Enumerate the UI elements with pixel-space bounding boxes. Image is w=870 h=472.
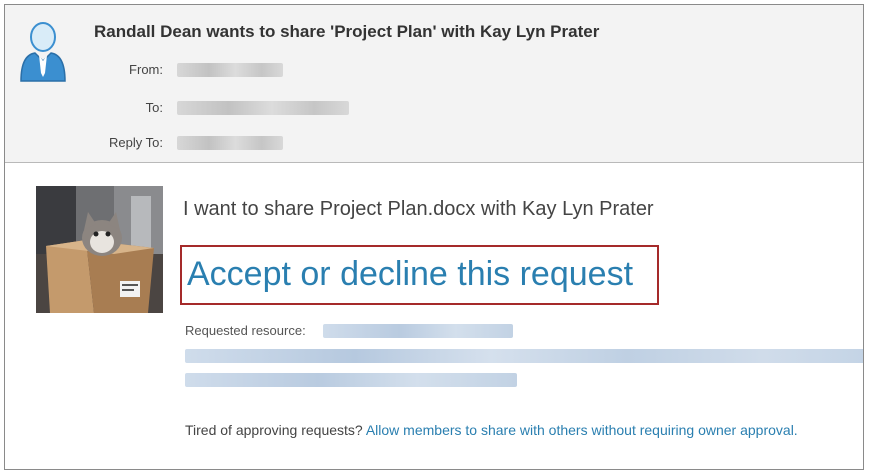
to-row: To:	[93, 100, 163, 118]
email-window: Randall Dean wants to share 'Project Pla…	[4, 4, 864, 470]
from-value-redacted	[177, 63, 283, 77]
reply-to-row: Reply To:	[93, 135, 163, 153]
email-header: Randall Dean wants to share 'Project Pla…	[5, 5, 863, 163]
accept-highlight-box: Accept or decline this request	[180, 245, 659, 305]
email-subject: Randall Dean wants to share 'Project Pla…	[94, 22, 600, 41]
email-body: I want to share Project Plan.docx with K…	[5, 163, 863, 469]
requested-resource-label: Requested resource:	[185, 323, 306, 338]
allow-members-share-link[interactable]: Allow members to share with others witho…	[366, 422, 798, 438]
reply-to-value-redacted	[177, 136, 283, 150]
tired-of-approving-notice: Tired of approving requests? Allow membe…	[185, 419, 863, 441]
to-label: To:	[145, 100, 163, 115]
resource-url-redacted-1[interactable]	[323, 324, 513, 338]
resource-url-redacted-2[interactable]	[185, 349, 863, 363]
tired-text: Tired of approving requests?	[185, 422, 363, 438]
from-row: From:	[93, 62, 163, 80]
reply-to-label: Reply To:	[109, 135, 163, 150]
to-value-redacted	[177, 101, 349, 115]
from-label: From:	[129, 62, 163, 77]
share-message: I want to share Project Plan.docx with K…	[183, 198, 654, 220]
cat-photo-image	[36, 186, 163, 313]
avatar-person-icon	[20, 22, 66, 82]
resource-url-redacted-3[interactable]	[185, 373, 517, 387]
accept-or-decline-link[interactable]: Accept or decline this request	[187, 255, 633, 294]
